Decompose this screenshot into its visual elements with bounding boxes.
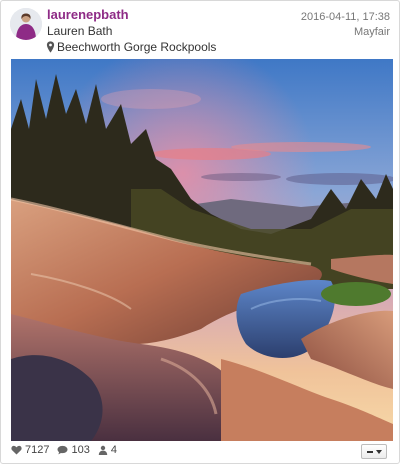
comments-stat[interactable]: 103 <box>57 444 90 456</box>
likes-count: 7127 <box>25 444 50 456</box>
comment-icon <box>57 445 68 455</box>
chevron-down-icon <box>375 449 382 454</box>
post-menu-button[interactable] <box>361 444 387 459</box>
avatar[interactable] <box>10 8 42 40</box>
menu-dropdown-icon <box>366 450 373 453</box>
likes-stat[interactable]: 7127 <box>11 444 49 456</box>
full-name: Lauren Bath <box>47 24 113 38</box>
location-label: Beechworth Gorge Rockpools <box>57 40 217 54</box>
city-link[interactable]: Mayfair <box>354 26 390 38</box>
map-pin-icon <box>46 41 55 53</box>
heart-icon <box>11 445 22 455</box>
post-card: laurenepbath Lauren Bath Beechworth Gorg… <box>0 0 400 464</box>
users-stat[interactable]: 4 <box>98 444 117 456</box>
users-count: 4 <box>110 444 117 456</box>
post-photo[interactable] <box>11 59 393 441</box>
avatar-image <box>10 8 42 40</box>
users-icon <box>98 445 108 455</box>
post-timestamp: 2016-04-11, 17:38 <box>300 11 390 23</box>
post-stats: 7127 103 4 <box>11 444 125 456</box>
location-link[interactable]: Beechworth Gorge Rockpools <box>46 40 216 54</box>
username-link[interactable]: laurenepbath <box>47 7 129 22</box>
comments-count: 103 <box>71 444 90 456</box>
